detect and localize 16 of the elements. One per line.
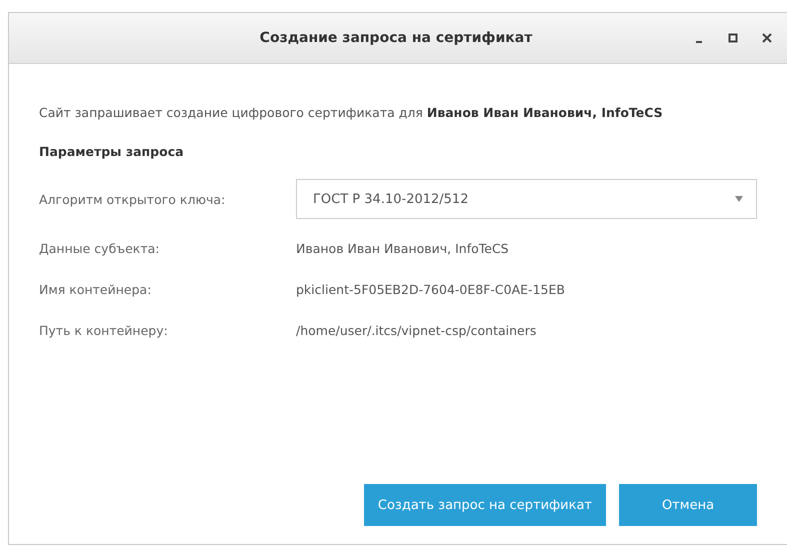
algorithm-dropdown[interactable]: ГОСТ Р 34.10-2012/512 xyxy=(296,179,757,219)
field-value: pkiclient-5F05EB2D-7604-0E8F-C0AE-15EB xyxy=(296,282,565,297)
field-label: Данные субъекта: xyxy=(39,241,161,256)
window-title: Создание запроса на сертификат xyxy=(258,30,534,46)
caret-icon xyxy=(734,196,744,202)
intro-text: Сайт запрашивает создание цифрового сертификата для Иванов Иван Иванович, InfoTeCS xyxy=(39,104,664,122)
field-value: /home/user/.itcs/vipnet-csp/containers xyxy=(296,323,536,338)
field-value: Иванов Иван Иванович, InfoTeCS xyxy=(296,241,509,256)
field-label: Алгоритм открытого ключа: xyxy=(39,192,226,206)
cancel-button[interactable]: Отмена xyxy=(619,484,757,526)
section-title: Параметры запроса xyxy=(39,144,185,159)
create-request-button[interactable]: Создать запрос на сертификат xyxy=(364,484,606,526)
maximize-icon[interactable] xyxy=(727,32,739,44)
close-icon[interactable] xyxy=(761,32,773,44)
field-label: Имя контейнера: xyxy=(39,282,152,297)
field-label: Путь к контейнеру: xyxy=(39,323,169,338)
